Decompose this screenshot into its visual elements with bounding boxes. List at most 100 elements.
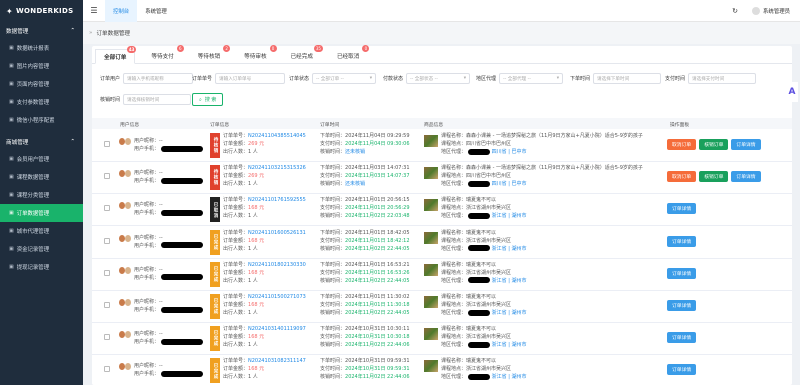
tab-all-orders[interactable]: 全部订单 43: [95, 46, 137, 64]
order-number[interactable]: N20241031401119097: [248, 326, 306, 332]
verify-order-button[interactable]: 核销订单: [699, 171, 729, 183]
user-info: 用户昵称：-- 用户手机：: [134, 201, 204, 217]
nav-item-stats[interactable]: ▣ 数据统计报表: [0, 39, 83, 57]
order-number[interactable]: N20241103215315326: [248, 165, 306, 171]
verify-order-button[interactable]: 核销订单: [699, 139, 729, 150]
nav-item-courses[interactable]: ▣ 课程数据管理: [0, 168, 83, 186]
pay-time-label: 支付时间：: [320, 334, 346, 341]
row-checkbox[interactable]: [104, 334, 110, 341]
order-number[interactable]: N20241031082311147: [248, 358, 306, 364]
row-checkbox[interactable]: [104, 205, 110, 212]
pay-status-select[interactable]: -- 全部状态 -- ▾: [406, 73, 471, 84]
agent-region: 浙江省 | 湖州市: [491, 277, 527, 284]
order-time: 2024年11月04日 09:29:59: [345, 133, 410, 139]
verify-time: 2024年11月02日 22:44:05: [345, 310, 410, 316]
order-amount: 269 元: [248, 173, 265, 180]
nav-item-members[interactable]: ▣ 会员用户管理: [0, 150, 83, 168]
people-label: 出行人数：: [223, 374, 249, 381]
agent-select[interactable]: -- 全部代理 -- ▾: [499, 73, 564, 84]
avatar: [119, 266, 131, 277]
pay-time: 2024年11月01日 20:56:29: [345, 205, 410, 212]
row-checkbox[interactable]: [104, 237, 110, 244]
pay-time: 2024年10月31日 10:30:18: [345, 334, 410, 341]
course-thumbnail: [424, 360, 438, 373]
location-label: 课程地点：: [441, 141, 467, 147]
order-time-label: 下单时间：: [320, 165, 346, 172]
tab-cancelled[interactable]: 已经取消 0: [329, 45, 370, 63]
order-number[interactable]: N20241101802130330: [248, 262, 306, 268]
nav-item-funds[interactable]: ▣ 资金记录管理: [0, 240, 83, 258]
pay-time: 2024年11月01日 11:30:18: [345, 302, 410, 308]
row-checkbox[interactable]: [104, 366, 110, 373]
avatar: [119, 202, 131, 212]
tab-pending-review[interactable]: 等待审核 0: [236, 45, 277, 63]
cancel-order-button[interactable]: 取消订单: [667, 171, 697, 183]
order-detail-button[interactable]: 订单详情: [667, 203, 697, 215]
order-detail-button[interactable]: 订单详情: [731, 171, 761, 183]
nav-item-images[interactable]: ▣ 图片内容管理: [0, 57, 83, 75]
floating-app-icon[interactable]: A: [786, 82, 798, 102]
user-filter-input[interactable]: 请输入手机或昵称: [123, 73, 194, 84]
verify-time: 2024年11月02日 22:03:48: [345, 213, 410, 220]
order-number[interactable]: N20241101761592555: [248, 197, 306, 203]
refresh-icon[interactable]: ↻: [732, 7, 738, 15]
order-detail-button[interactable]: 订单详情: [667, 267, 697, 279]
row-checkbox[interactable]: [104, 141, 110, 147]
nav-item-agents[interactable]: ▣ 城市代理管理: [0, 222, 83, 240]
tab-completed[interactable]: 已经完成 35: [283, 45, 323, 63]
orderno-label: 订单单号：: [223, 165, 249, 172]
chevron-up-icon: ⌃: [70, 138, 75, 145]
nav-item-orders[interactable]: ▣ 订单数据管理: [0, 204, 83, 222]
app-logo[interactable]: ✦ WONDERKIDS: [0, 0, 83, 22]
order-amount: 168 元: [248, 334, 265, 341]
nav-item-label: 资金记录管理: [16, 247, 50, 253]
order-info: 订单单号：N20241101761592555 订单金额：168 元 出行人数：…: [223, 196, 306, 220]
verify-time-label: 核销时间：: [320, 374, 346, 381]
order-time-picker[interactable]: 请选择下单时间: [593, 73, 662, 84]
pay-time-picker[interactable]: 请选择支付时间: [688, 73, 757, 84]
nav-item-categories[interactable]: ▣ 课程分类管理: [0, 186, 83, 204]
filter-label-user: 订单用户: [100, 76, 121, 82]
order-detail-button[interactable]: 订单详情: [731, 139, 761, 150]
order-detail-button[interactable]: 订单详情: [667, 300, 697, 311]
table-row: 用户昵称：-- 用户手机： 已完成 订单单号：N2024110150027107…: [92, 291, 792, 323]
course-thumbnail: [424, 263, 438, 276]
order-detail-button[interactable]: 订单详情: [667, 235, 697, 247]
tab-dashboard[interactable]: 控制台: [105, 0, 138, 22]
action-panel: 订单详情: [667, 300, 697, 311]
verify-time-picker[interactable]: 请选择核销时间: [123, 94, 192, 105]
avatar[interactable]: [752, 6, 761, 15]
order-number[interactable]: N20241104385514045: [248, 133, 306, 139]
chevron-down-icon: ▾: [463, 76, 467, 81]
nav-item-miniapp[interactable]: ▣ 微信小程序配置: [0, 111, 83, 129]
location-label: 课程地点：: [441, 269, 467, 276]
avatar: [119, 138, 131, 148]
nav-item-label: 会员用户管理: [16, 157, 50, 163]
nav-item-withdraw[interactable]: ▣ 提现记录管理: [0, 258, 83, 276]
order-detail-button[interactable]: 订单详情: [667, 332, 697, 344]
row-checkbox[interactable]: [104, 173, 110, 180]
row-checkbox[interactable]: [104, 302, 110, 308]
order-time: 2024年11月01日 11:30:02: [345, 294, 410, 300]
orderno-filter-input[interactable]: 请输入订单单号: [215, 73, 286, 84]
user-name[interactable]: 系统管理员: [763, 7, 790, 15]
row-checkbox[interactable]: [104, 269, 110, 276]
order-number[interactable]: N20241101600526131: [248, 230, 306, 236]
agent-region: 浙江省 | 湖州市: [491, 374, 527, 381]
nav-section-data[interactable]: 数据管理 ⌃: [0, 22, 83, 39]
nav-item-pages[interactable]: ▣ 页面内容管理: [0, 75, 83, 93]
order-number[interactable]: N20241101500271073: [248, 294, 306, 300]
status-select[interactable]: -- 全部订单 -- ▾: [312, 73, 377, 84]
tab-pending-verify[interactable]: 等待核销 2: [190, 45, 231, 63]
menu-toggle-icon[interactable]: ☰: [83, 6, 105, 15]
verify-time-label: 核销时间：: [320, 342, 346, 349]
nav-section-shop[interactable]: 商城管理 ⌃: [0, 133, 83, 150]
search-button[interactable]: ⌕ 搜 索: [192, 93, 224, 106]
nav-item-payment[interactable]: ▣ 支付参数管理: [0, 93, 83, 111]
tab-system[interactable]: 系统管理: [137, 0, 175, 22]
cancel-order-button[interactable]: 取消订单: [667, 139, 697, 150]
order-detail-button[interactable]: 订单详情: [667, 364, 697, 376]
goods-info: 课程名称：森森小课兼 - 一场追梦探秘之旅（11月9日方家山+凡夏小院）适合5-…: [441, 132, 643, 156]
tab-pending-payment[interactable]: 等待支付 6: [143, 45, 184, 63]
order-time: 2024年11月01日 18:42:05: [345, 229, 410, 236]
